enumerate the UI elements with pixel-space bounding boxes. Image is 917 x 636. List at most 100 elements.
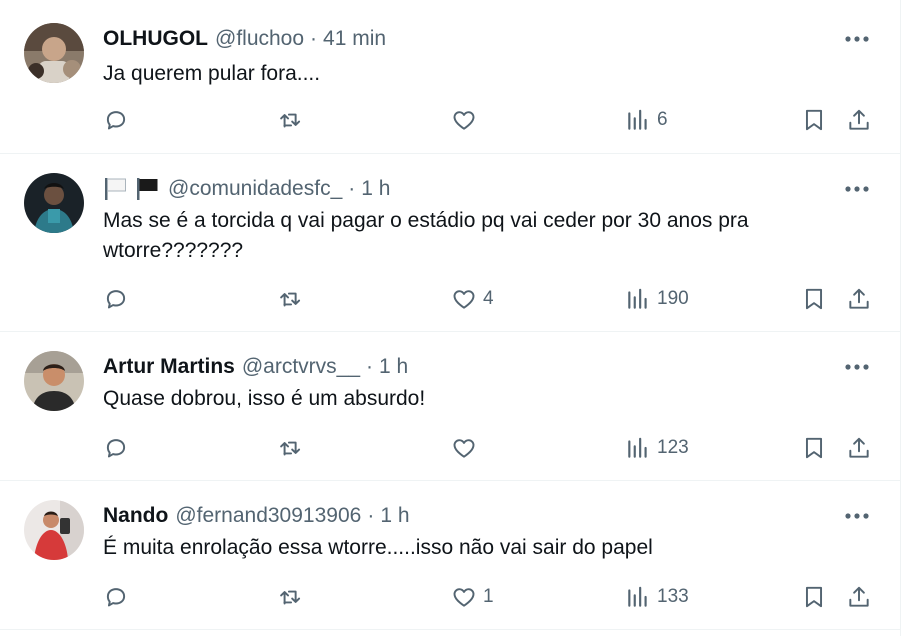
bookmark-button[interactable] — [801, 433, 827, 463]
views-count: 123 — [657, 437, 689, 458]
action-bar: 123 — [0, 433, 900, 463]
more-options-button[interactable] — [844, 357, 870, 377]
like-count: 4 — [483, 288, 494, 309]
reply-icon — [106, 588, 126, 607]
heart-icon — [453, 588, 475, 607]
bookmark-icon — [805, 586, 823, 608]
retweet-button[interactable] — [277, 582, 303, 612]
avatar[interactable] — [24, 23, 84, 83]
timestamp[interactable]: 41 min — [323, 27, 386, 51]
tweet-text: Ja querem pular fora.... — [103, 62, 321, 85]
action-bar: 6 — [0, 105, 900, 135]
bookmark-icon — [805, 437, 823, 459]
separator-dot: · — [366, 355, 374, 378]
reply-icon — [106, 111, 126, 130]
like-count: 1 — [483, 586, 494, 607]
like-button[interactable] — [451, 105, 483, 135]
user-handle[interactable]: @arctvrvs__ — [242, 355, 360, 379]
views-count: 6 — [657, 109, 668, 130]
retweet-icon — [280, 441, 301, 456]
views-icon — [628, 109, 647, 130]
reply-feed: OLHUGOL @fluchoo · 41 min Ja querem pula… — [0, 0, 901, 636]
tweet[interactable]: @comunidadesfc_ · 1 h Mas se é a torcida… — [0, 154, 900, 332]
retweet-button[interactable] — [277, 433, 303, 463]
flag-emojis — [103, 177, 161, 201]
tweet[interactable]: Artur Martins @arctvrvs__ · 1 h Quase do… — [0, 332, 900, 481]
tweet-text: É muita enrolação essa wtorre.....isso n… — [103, 536, 653, 559]
more-icon — [845, 513, 869, 519]
timestamp[interactable]: 1 h — [361, 177, 390, 201]
retweet-icon — [280, 590, 301, 605]
avatar[interactable] — [24, 500, 84, 560]
retweet-button[interactable] — [277, 105, 303, 135]
user-handle[interactable]: @fernand30913906 — [175, 504, 361, 528]
tweet-header: Nando @fernand30913906 · 1 h — [103, 503, 410, 529]
tweet-text: Mas se é a torcida q vai pagar o estádio… — [103, 209, 749, 262]
bookmark-icon — [805, 109, 823, 131]
user-handle[interactable]: @comunidadesfc_ — [168, 177, 342, 201]
display-name[interactable]: Nando — [103, 504, 168, 528]
bookmark-button[interactable] — [801, 284, 827, 314]
tweet-text: Quase dobrou, isso é um absurdo! — [103, 387, 426, 410]
more-options-button[interactable] — [844, 179, 870, 199]
bookmark-button[interactable] — [801, 582, 827, 612]
separator-dot: · — [367, 504, 375, 527]
share-button[interactable] — [846, 284, 872, 314]
heart-icon — [453, 111, 475, 130]
reply-button[interactable] — [103, 433, 129, 463]
separator-dot: · — [310, 27, 318, 50]
views-button[interactable]: 190 — [625, 284, 689, 314]
black-flag-icon — [137, 178, 158, 200]
bookmark-icon — [805, 288, 823, 310]
retweet-icon — [280, 113, 301, 128]
reply-button[interactable] — [103, 105, 129, 135]
views-count: 190 — [657, 288, 689, 309]
display-name[interactable]: OLHUGOL — [103, 27, 208, 51]
views-icon — [628, 288, 647, 309]
timestamp[interactable]: 1 h — [379, 355, 408, 379]
separator-dot: · — [348, 177, 356, 200]
tweet-header: Artur Martins @arctvrvs__ · 1 h — [103, 354, 408, 380]
like-button[interactable]: 1 — [451, 582, 494, 612]
tweet-header: @comunidadesfc_ · 1 h — [103, 176, 390, 202]
reply-button[interactable] — [103, 582, 129, 612]
more-icon — [845, 186, 869, 192]
more-icon — [845, 364, 869, 370]
views-button[interactable]: 133 — [625, 582, 689, 612]
more-icon — [845, 36, 869, 42]
reply-icon — [106, 439, 126, 458]
tweet[interactable]: OLHUGOL @fluchoo · 41 min Ja querem pula… — [0, 0, 900, 154]
user-handle[interactable]: @fluchoo — [215, 27, 304, 51]
views-icon — [628, 586, 647, 607]
more-options-button[interactable] — [844, 29, 870, 49]
share-icon — [849, 437, 869, 458]
share-icon — [849, 109, 869, 130]
views-button[interactable]: 123 — [625, 433, 689, 463]
views-count: 133 — [657, 586, 689, 607]
reply-button[interactable] — [103, 284, 129, 314]
bookmark-button[interactable] — [801, 105, 827, 135]
share-icon — [849, 288, 869, 309]
share-button[interactable] — [846, 582, 872, 612]
timestamp[interactable]: 1 h — [380, 504, 409, 528]
tweet[interactable]: Nando @fernand30913906 · 1 h É muita enr… — [0, 481, 900, 630]
retweet-icon — [280, 292, 301, 307]
white-flag-icon — [105, 178, 126, 200]
display-name[interactable]: Artur Martins — [103, 355, 235, 379]
action-bar: 4 190 — [0, 284, 900, 314]
more-options-button[interactable] — [844, 506, 870, 526]
share-button[interactable] — [846, 433, 872, 463]
share-icon — [849, 586, 869, 607]
share-button[interactable] — [846, 105, 872, 135]
retweet-button[interactable] — [277, 284, 303, 314]
action-bar: 1 133 — [0, 582, 900, 612]
avatar[interactable] — [24, 173, 84, 233]
tweet-header: OLHUGOL @fluchoo · 41 min — [103, 26, 386, 52]
views-button[interactable]: 6 — [625, 105, 668, 135]
views-icon — [628, 437, 647, 458]
reply-icon — [106, 290, 126, 309]
like-button[interactable] — [451, 433, 483, 463]
avatar[interactable] — [24, 351, 84, 411]
like-button[interactable]: 4 — [451, 284, 494, 314]
heart-icon — [453, 439, 475, 458]
